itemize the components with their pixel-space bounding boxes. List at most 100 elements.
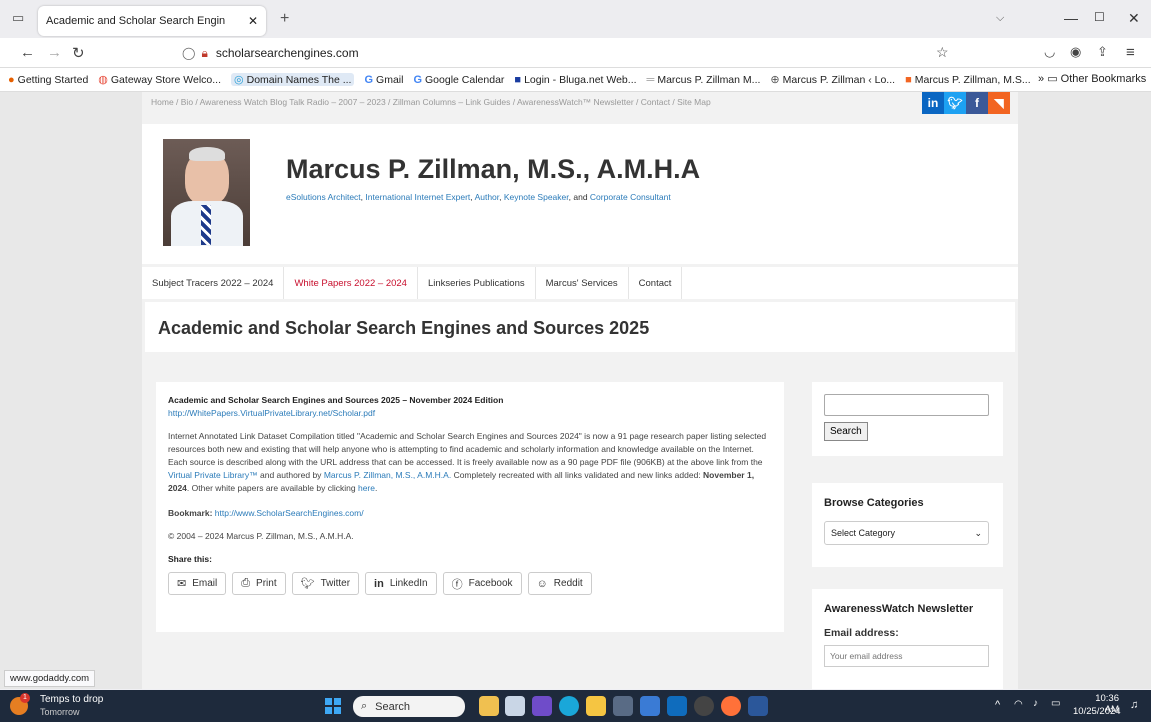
- weather-title[interactable]: Temps to drop: [40, 694, 103, 705]
- account-icon[interactable]: ◉: [1070, 44, 1081, 60]
- status-bar-url: www.godaddy.com: [4, 670, 96, 687]
- printer-icon: ⎙: [241, 577, 251, 589]
- minimize-icon[interactable]: —: [1064, 10, 1078, 26]
- star-icon[interactable]: ☆: [936, 44, 949, 61]
- bookmark-item[interactable]: ⊕ Marcus P. Zillman ‹ Lo...: [770, 73, 895, 87]
- twitter-icon: 🐦︎: [300, 578, 315, 590]
- tab-close-icon[interactable]: ✕: [248, 14, 258, 28]
- other-bookmarks[interactable]: » ▭ Other Bookmarks: [1038, 72, 1146, 85]
- store-icon[interactable]: [613, 696, 633, 716]
- menu-item[interactable]: Subject Tracers 2022 – 2024: [142, 267, 285, 299]
- tab-list-icon[interactable]: ▭: [12, 10, 24, 26]
- maximize-icon[interactable]: ☐: [1094, 10, 1105, 24]
- share-reddit-button[interactable]: ☺ Reddit: [527, 572, 592, 595]
- newsletter-title: AwarenessWatch Newsletter: [824, 603, 974, 615]
- rss-icon[interactable]: ◥: [988, 92, 1010, 114]
- page-title: Academic and Scholar Search Engines and …: [158, 318, 650, 338]
- blogger-icon: ■: [905, 73, 912, 86]
- url-text[interactable]: scholarsearchengines.com: [216, 46, 359, 60]
- site-header: Marcus P. Zillman, M.S., A.M.H.A eSoluti…: [142, 124, 1018, 264]
- site-title[interactable]: Marcus P. Zillman, M.S., A.M.H.A: [286, 154, 700, 185]
- address-bar[interactable]: ◯ 🔒︎ scholarsearchengines.com: [182, 42, 962, 64]
- menu-item-active[interactable]: White Papers 2022 – 2024: [284, 267, 418, 299]
- windows-start-icon[interactable]: [325, 698, 341, 714]
- close-window-icon[interactable]: ✕: [1128, 10, 1140, 27]
- notification-badge: 1: [20, 693, 30, 703]
- wifi-icon[interactable]: ◠: [1014, 699, 1023, 710]
- share-print-button[interactable]: ⎙ Print: [232, 572, 286, 595]
- firefox-taskbar-icon[interactable]: [721, 696, 741, 716]
- battery-icon[interactable]: ▭: [1051, 698, 1060, 709]
- outlook-icon[interactable]: [667, 696, 687, 716]
- dell-icon[interactable]: [694, 696, 714, 716]
- article: Academic and Scholar Search Engines and …: [156, 382, 784, 632]
- file-explorer-icon[interactable]: [586, 696, 606, 716]
- widgets-icon[interactable]: [479, 696, 499, 716]
- bookmark-item[interactable]: G Google Calendar: [413, 74, 504, 86]
- browse-title: Browse Categories: [824, 497, 924, 509]
- bookmark-item[interactable]: ■ Login - Bluga.net Web...: [514, 74, 636, 86]
- bookmark-item[interactable]: ◍ Gateway Store Welco...: [98, 73, 221, 87]
- bookmark-item[interactable]: ● Getting Started: [8, 74, 88, 86]
- social-icons: in 🐦︎ f ◥: [922, 92, 1010, 114]
- bookmarks-bar: ● Getting Started ◍ Gateway Store Welco...…: [0, 68, 1151, 92]
- back-icon[interactable]: ←: [20, 44, 35, 61]
- folder-icon: ▭: [1047, 73, 1058, 85]
- newsletter-widget: AwarenessWatch Newsletter Email address:: [812, 589, 1003, 689]
- twitter-icon[interactable]: 🐦︎: [944, 92, 966, 114]
- article-heading: Academic and Scholar Search Engines and …: [168, 395, 504, 405]
- bookmark-item[interactable]: ═ Marcus P. Zillman M...: [647, 74, 761, 86]
- shield-icon[interactable]: ◯: [182, 46, 195, 60]
- bookmark-item[interactable]: ■ Marcus P. Zillman, M.S...: [905, 74, 1031, 86]
- menu-item[interactable]: Marcus' Services: [536, 267, 629, 299]
- lock-icon[interactable]: 🔒︎: [201, 46, 207, 61]
- envelope-icon: ✉: [177, 578, 187, 590]
- chevron-down-icon: ⌄: [974, 527, 982, 538]
- browse-categories-widget: Browse Categories Select Category ⌄: [812, 483, 1003, 567]
- email-label: Email address:: [824, 627, 899, 639]
- new-tab-icon[interactable]: +: [280, 10, 289, 28]
- notification-bell-icon[interactable]: ♫: [1130, 699, 1138, 711]
- share-linkedin-button[interactable]: in LinkedIn: [365, 572, 437, 595]
- pocket-icon[interactable]: ◡: [1044, 44, 1055, 60]
- word-icon[interactable]: [748, 696, 768, 716]
- search-input[interactable]: [824, 394, 989, 416]
- page-wrapper: Home / Bio / Awareness Watch Blog Talk R…: [142, 92, 1018, 689]
- share-twitter-button[interactable]: 🐦︎ Twitter: [291, 572, 360, 595]
- volume-icon[interactable]: ♪: [1033, 698, 1038, 709]
- share-facebook-button[interactable]: ⓕ Facebook: [442, 572, 522, 595]
- browser-tab[interactable]: Academic and Scholar Search Engin ✕: [38, 6, 266, 36]
- taskbar-search[interactable]: ⌕ Search: [353, 696, 465, 717]
- copilot-icon[interactable]: [532, 696, 552, 716]
- tray-chevron-icon[interactable]: ^: [995, 699, 1000, 711]
- tab-title: Academic and Scholar Search Engin: [46, 15, 226, 27]
- clock-date[interactable]: 10/25/2024: [1073, 706, 1121, 717]
- email-input[interactable]: [824, 645, 989, 667]
- search-button[interactable]: Search: [824, 422, 868, 441]
- bookmark-line: Bookmark: http://www.ScholarSearchEngine…: [168, 508, 364, 518]
- share-email-button[interactable]: ✉ Email: [168, 572, 227, 595]
- extensions-icon[interactable]: ⇪: [1097, 44, 1108, 60]
- edge-icon[interactable]: [559, 696, 579, 716]
- reload-icon[interactable]: ↻: [72, 44, 85, 62]
- pdf-link[interactable]: http://WhitePapers.VirtualPrivateLibrary…: [168, 408, 375, 418]
- firefox-icon: ●: [8, 73, 15, 86]
- task-view-icon[interactable]: [505, 696, 525, 716]
- search-icon: ⌕: [361, 700, 368, 712]
- chevron-down-icon[interactable]: ⌵: [996, 12, 1004, 25]
- bookmark-item[interactable]: ◎ Domain Names The ...: [231, 73, 355, 86]
- menu-item[interactable]: Contact: [629, 267, 683, 299]
- linkedin-icon[interactable]: in: [922, 92, 944, 114]
- menu-icon[interactable]: ≡: [1126, 44, 1135, 61]
- forward-icon[interactable]: →: [47, 44, 62, 61]
- reddit-icon: ☺: [536, 577, 548, 590]
- bookmark-item[interactable]: G Gmail: [364, 74, 403, 86]
- app-icon[interactable]: [640, 696, 660, 716]
- category-select[interactable]: Select Category ⌄: [824, 521, 989, 545]
- google-icon: G: [364, 73, 374, 86]
- facebook-icon[interactable]: f: [966, 92, 988, 114]
- breadcrumb[interactable]: Home / Bio / Awareness Watch Blog Talk R…: [151, 96, 741, 109]
- linkedin-icon: in: [374, 577, 384, 590]
- menu-item[interactable]: Linkseries Publications: [418, 267, 536, 299]
- page-title-box: Academic and Scholar Search Engines and …: [145, 302, 1015, 352]
